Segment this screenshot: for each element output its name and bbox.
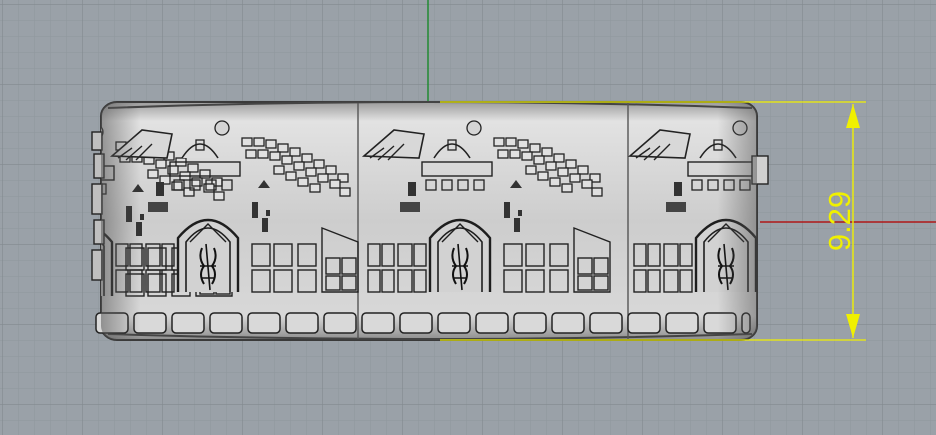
dimension-value: 9.29 (822, 191, 857, 251)
front-viewport[interactable]: 9.29 (0, 0, 936, 435)
ring-band-model[interactable] (0, 101, 876, 341)
